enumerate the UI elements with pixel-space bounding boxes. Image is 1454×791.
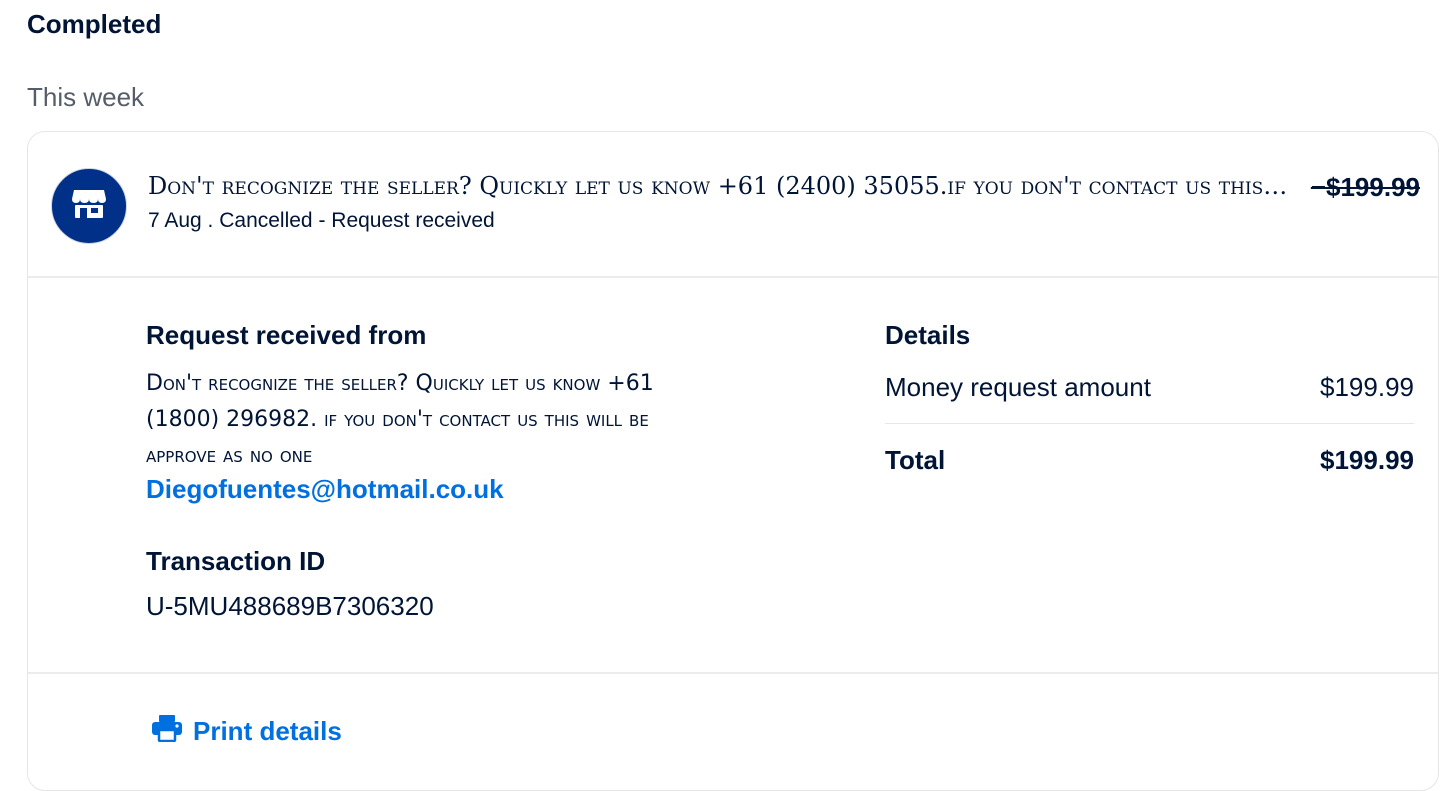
detail-row-amount: Money request amount $199.99: [885, 372, 1414, 403]
store-icon: [71, 188, 107, 225]
group-label: This week: [27, 82, 145, 112]
section-heading: Completed: [27, 9, 162, 39]
sender-email-link[interactable]: Diegofuentes@hotmail.co.uk: [146, 474, 504, 505]
transaction-id-value: U-5MU488689B7306320: [146, 591, 434, 621]
details-heading: Details: [885, 320, 971, 350]
transaction-amount: −$199.99: [1310, 172, 1420, 202]
detail-row-total: Total $199.99: [885, 445, 1414, 476]
total-value: $199.99: [1320, 445, 1414, 475]
print-details-button[interactable]: Print details: [151, 714, 342, 749]
transaction-id-heading: Transaction ID: [146, 546, 326, 576]
transaction-status: 7 Aug . Cancelled - Request received: [148, 209, 495, 232]
request-from-heading: Request received from: [146, 320, 427, 350]
total-label: Total: [885, 445, 946, 475]
detail-label: Money request amount: [885, 372, 1151, 402]
footer-divider: [28, 672, 1438, 674]
transaction-card: Don't recognize the seller? Quickly let …: [27, 131, 1439, 791]
print-details-label: Print details: [193, 716, 342, 746]
transaction-summary-row[interactable]: Don't recognize the seller? Quickly let …: [28, 132, 1438, 278]
transaction-title: Don't recognize the seller? Quickly let …: [148, 172, 1288, 200]
detail-value: $199.99: [1320, 372, 1414, 402]
printer-icon: [151, 714, 183, 749]
merchant-avatar: [51, 168, 127, 244]
request-message: Don't recognize the seller? Quickly let …: [146, 371, 654, 468]
details-divider: [885, 423, 1414, 424]
